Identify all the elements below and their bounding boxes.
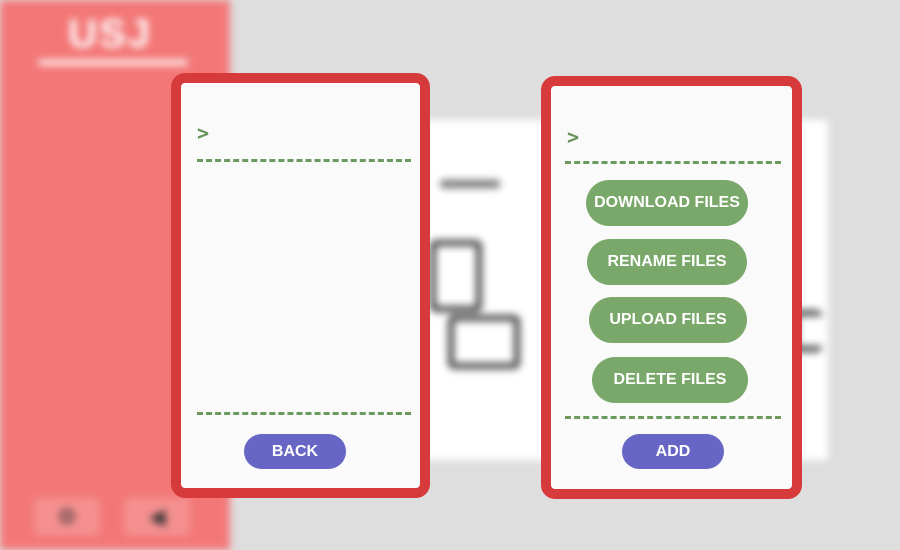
prompt-indicator: > <box>197 121 210 145</box>
right-panel: > DOWNLOAD FILES RENAME FILES UPLOAD FIL… <box>541 76 802 499</box>
add-button[interactable]: ADD <box>622 434 724 469</box>
bottom-divider <box>197 412 411 415</box>
top-divider <box>565 161 781 164</box>
rename-files-button[interactable]: RENAME FILES <box>587 239 747 285</box>
top-divider <box>197 159 411 162</box>
delete-files-button[interactable]: DELETE FILES <box>592 357 748 403</box>
folder-icon <box>448 315 520 369</box>
prompt-indicator: > <box>567 125 580 149</box>
settings-icon: ⚙ <box>57 504 77 529</box>
download-files-button[interactable]: DOWNLOAD FILES <box>586 180 748 226</box>
background-heading <box>440 180 500 188</box>
sound-button: ◀ <box>124 498 190 536</box>
bottom-divider <box>565 416 781 419</box>
sound-icon: ◀ <box>148 504 166 529</box>
logo-underline <box>38 60 188 65</box>
settings-button: ⚙ <box>34 498 100 536</box>
folder-icon <box>430 240 482 312</box>
left-panel: > BACK <box>171 73 430 498</box>
back-button[interactable]: BACK <box>244 434 346 469</box>
upload-files-button[interactable]: UPLOAD FILES <box>589 297 747 343</box>
app-logo: USJ <box>68 12 152 56</box>
